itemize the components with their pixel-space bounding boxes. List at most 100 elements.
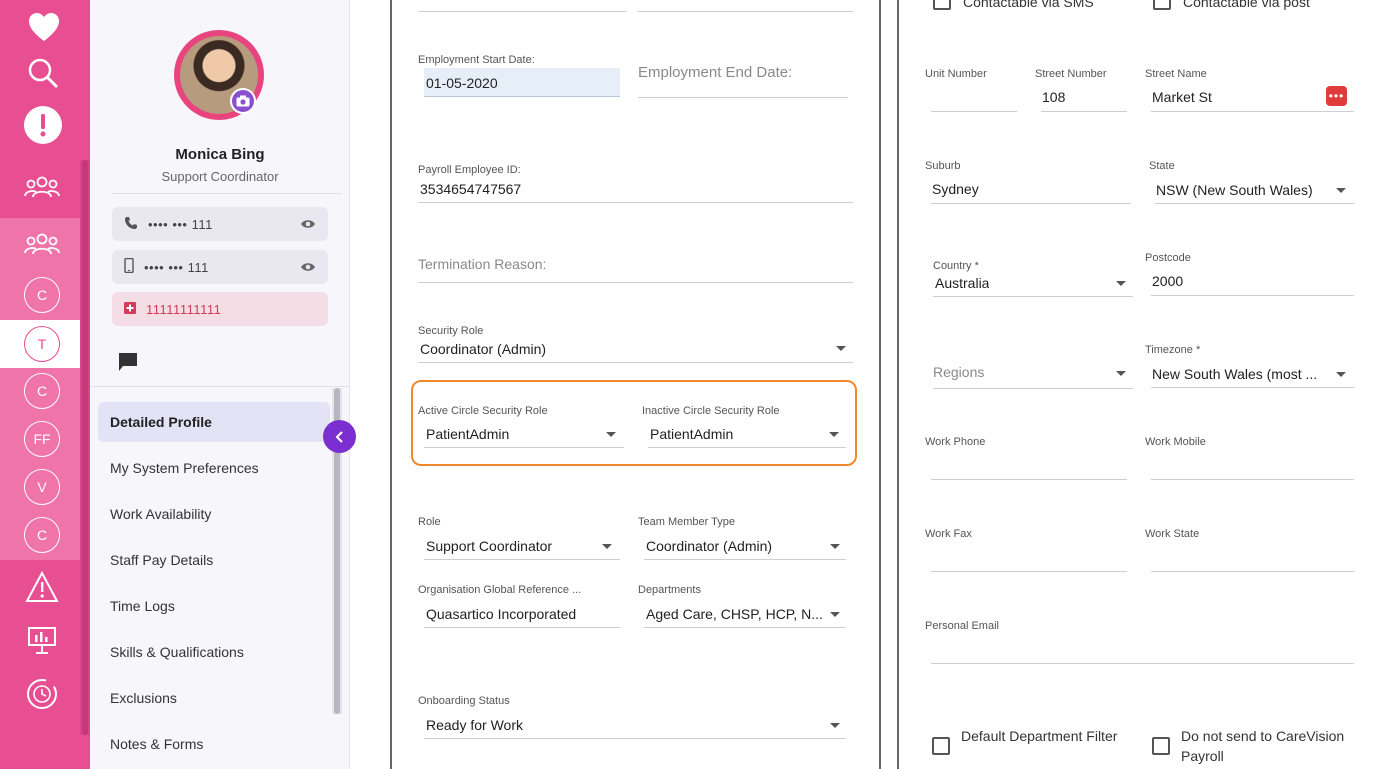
work-state-field[interactable]: Work State [1145, 528, 1354, 572]
profile-role: Support Coordinator [161, 169, 279, 184]
circle-button[interactable]: C [24, 517, 60, 553]
country-select[interactable]: Country * Australia [933, 260, 1133, 297]
circle-button[interactable]: FF [24, 421, 60, 457]
no-carevision-payroll-checkbox[interactable] [1152, 737, 1170, 755]
org-global-reference-value: Quasartico Incorporated [426, 606, 577, 622]
nav-system-preferences[interactable]: My System Preferences [98, 448, 330, 488]
contactable-sms-checkbox[interactable] [933, 0, 951, 10]
employment-start-date-field[interactable]: Employment Start Date: 01-05-2020 [418, 54, 620, 98]
contactable-sms-label: Contactable via SMS [963, 0, 1094, 10]
chevron-down-icon [829, 432, 839, 437]
active-circle-security-role-value: PatientAdmin [426, 426, 510, 442]
avatar[interactable] [174, 30, 264, 120]
personal-email-field[interactable]: Personal Email [925, 620, 1354, 664]
circle-button-active[interactable]: T [24, 326, 60, 362]
mobile-chip: •••• ••• 111 [112, 250, 328, 284]
team-member-type-select[interactable]: Team Member Type Coordinator (Admin) [638, 516, 846, 560]
warning-icon[interactable] [24, 570, 60, 604]
role-select[interactable]: Role Support Coordinator [418, 516, 620, 560]
nav-skills-qualifications[interactable]: Skills & Qualifications [98, 632, 330, 672]
inactive-circle-security-role-value: PatientAdmin [650, 426, 734, 442]
departments-value: Aged Care, CHSP, HCP, N... [646, 606, 822, 622]
nav-notes-forms[interactable]: Notes & Forms [98, 724, 330, 764]
eye-icon[interactable] [300, 217, 316, 232]
search-icon[interactable] [26, 56, 60, 90]
chevron-down-icon [836, 346, 846, 351]
chevron-down-icon [1336, 372, 1346, 377]
role-value: Support Coordinator [426, 538, 553, 554]
default-department-filter-label: Default Department Filter [961, 728, 1118, 744]
regions-select[interactable]: Regions [933, 364, 1133, 389]
circle-button[interactable]: C [24, 373, 60, 409]
medical-value: 11111111111 [146, 301, 222, 317]
nav-time-logs[interactable]: Time Logs [98, 586, 330, 626]
state-select[interactable]: State NSW (New South Wales) [1149, 160, 1354, 204]
alert-icon[interactable] [23, 105, 63, 145]
eye-icon[interactable] [300, 260, 316, 275]
payroll-id-field[interactable]: Payroll Employee ID: 3534654747567 [418, 164, 853, 204]
top-field-partial [418, 0, 626, 12]
nav-work-availability[interactable]: Work Availability [98, 494, 330, 534]
termination-reason-field[interactable]: Termination Reason: [418, 255, 853, 284]
timezone-select[interactable]: Timezone * New South Wales (most ... [1145, 344, 1354, 388]
medical-chip: 11111111111 [112, 292, 328, 326]
chevron-down-icon [830, 612, 840, 617]
active-circle-security-role-select[interactable]: Active Circle Security Role PatientAdmin [418, 405, 624, 449]
nav-detailed-profile[interactable]: Detailed Profile [98, 402, 330, 442]
profile-name: Monica Bing [175, 146, 265, 163]
mobile-value: •••• ••• 111 [144, 259, 209, 275]
team-icon[interactable] [24, 172, 60, 202]
street-number-field[interactable]: Street Number 108 [1035, 68, 1127, 112]
security-role-select[interactable]: Security Role Coordinator (Admin) [418, 325, 853, 365]
more-options-icon[interactable]: ••• [1326, 86, 1347, 106]
mobile-icon [124, 257, 134, 276]
sync-clock-icon[interactable] [24, 676, 60, 712]
chevron-down-icon [1116, 371, 1126, 376]
work-phone-field[interactable]: Work Phone [925, 436, 1127, 480]
state-value: NSW (New South Wales) [1156, 182, 1313, 198]
chevron-down-icon [1336, 188, 1346, 193]
unit-number-field[interactable]: Unit Number [925, 68, 1017, 112]
contactable-post-checkbox[interactable] [1153, 0, 1171, 10]
employment-end-date-field[interactable]: Employment End Date: [638, 64, 848, 98]
security-role-value: Coordinator (Admin) [420, 341, 547, 357]
circle-button[interactable]: V [24, 469, 60, 505]
team-icon[interactable] [24, 230, 60, 258]
chevron-down-icon [830, 544, 840, 549]
phone-chip: •••• ••• 111 [112, 207, 328, 241]
inactive-circle-security-role-select[interactable]: Inactive Circle Security Role PatientAdm… [642, 405, 846, 449]
employment-end-date-placeholder: Employment End Date: [638, 64, 793, 81]
collapse-panel-button[interactable] [323, 420, 356, 453]
chevron-down-icon [830, 723, 840, 728]
active-circle-row: T [0, 320, 80, 368]
suburb-field[interactable]: Suburb Sydney [925, 160, 1131, 204]
phone-icon [124, 216, 138, 233]
camera-icon[interactable] [230, 88, 256, 114]
employment-start-date-value: 01-05-2020 [426, 75, 498, 91]
chevron-down-icon [1116, 281, 1126, 286]
message-icon[interactable] [118, 352, 138, 377]
nav-exclusions[interactable]: Exclusions [98, 678, 330, 718]
departments-select[interactable]: Departments Aged Care, CHSP, HCP, N... [638, 584, 846, 628]
street-name-field[interactable]: Street Name Market St [1145, 68, 1354, 112]
app-rail: C T C FF V C [0, 0, 90, 769]
chevron-down-icon [602, 544, 612, 549]
report-icon[interactable] [26, 624, 58, 656]
divider [112, 193, 342, 194]
onboarding-status-select[interactable]: Onboarding Status Ready for Work [418, 695, 846, 740]
postcode-field[interactable]: Postcode 2000 [1145, 252, 1354, 296]
work-mobile-field[interactable]: Work Mobile [1145, 436, 1354, 480]
postcode-value: 2000 [1152, 273, 1184, 289]
circle-button[interactable]: C [24, 277, 60, 313]
suburb-value: Sydney [932, 181, 979, 197]
nav-staff-pay-details[interactable]: Staff Pay Details [98, 540, 330, 580]
heart-icon[interactable] [26, 10, 62, 44]
rail-scrollbar[interactable] [80, 160, 90, 735]
work-fax-field[interactable]: Work Fax [925, 528, 1127, 572]
chevron-down-icon [606, 432, 616, 437]
timezone-value: New South Wales (most ... [1152, 366, 1318, 382]
team-member-type-value: Coordinator (Admin) [646, 538, 773, 554]
default-department-filter-checkbox[interactable] [932, 737, 950, 755]
street-name-value: Market St [1152, 89, 1212, 105]
org-global-reference-field[interactable]: Organisation Global Reference ... Quasar… [418, 584, 620, 628]
